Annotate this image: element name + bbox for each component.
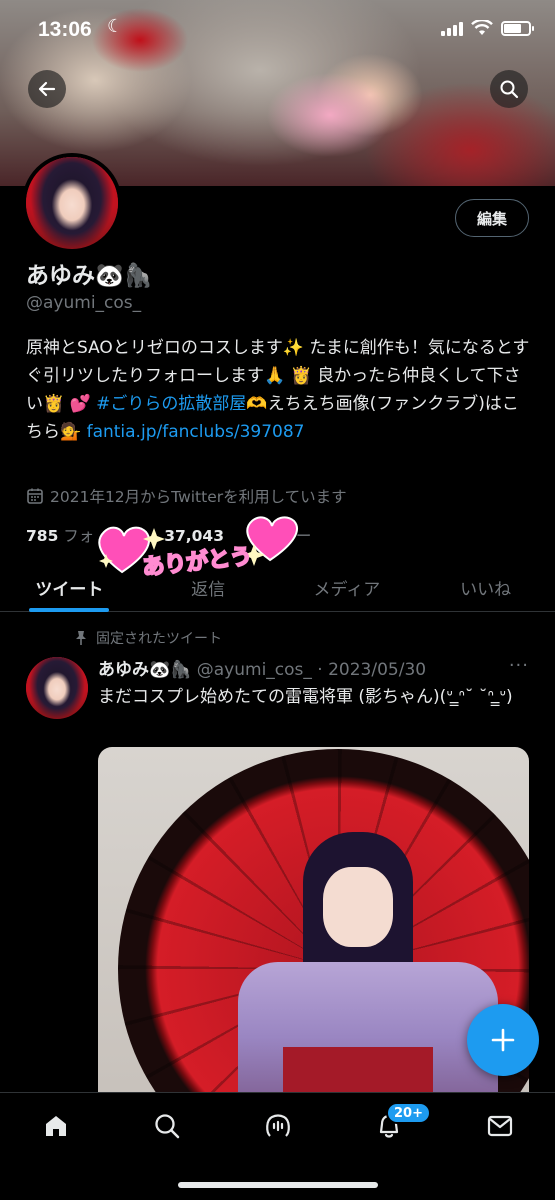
spaces-icon — [266, 1114, 290, 1137]
profile-bio: 原神とSAOとリゼロのコスします✨ たまに創作も！気になるとすぐ引リツしたりフォ… — [26, 334, 531, 446]
tweet-more-button[interactable]: ··· — [509, 655, 529, 676]
back-button[interactable] — [28, 70, 66, 108]
pinned-label: 固定されたツイート — [96, 631, 222, 647]
profile-handle: @ayumi_cos_ — [26, 293, 142, 313]
following-count[interactable]: 785 — [26, 527, 58, 545]
tweet-header: あゆみ🐼🦍 @ayumi_cos_ · 2023/05/30 — [98, 655, 426, 680]
status-time: 13:06 — [38, 18, 92, 41]
profile-name: あゆみ🐼🦍 — [26, 263, 153, 289]
arrow-left-icon — [38, 81, 56, 97]
battery-icon — [501, 20, 534, 36]
home-indicator[interactable] — [178, 1182, 378, 1188]
followers-label: ー — [295, 527, 312, 545]
tab-media[interactable]: メディア — [278, 564, 417, 611]
tweet-text: まだコスプレ始めたての雷電将軍 (影ちゃん)(ᐡ ̳ᐢ˘ ˘ᐢ ̳ᐡ) — [98, 687, 513, 707]
followers-count[interactable]: 37,043 — [164, 527, 224, 545]
person-face — [323, 867, 393, 947]
follow-stats[interactable]: 785 フォ 37,043 ー — [26, 524, 311, 546]
tab-replies[interactable]: 返信 — [139, 564, 278, 611]
following-label: フォ — [63, 527, 95, 545]
nav-search[interactable] — [152, 1111, 182, 1141]
tweet-author-name[interactable]: あゆみ🐼🦍 — [98, 660, 191, 680]
tweet-author-handle[interactable]: @ayumi_cos_ — [197, 660, 312, 680]
nav-messages[interactable] — [485, 1111, 515, 1141]
profile-avatar[interactable] — [22, 153, 122, 253]
notifications-badge: 20+ — [386, 1102, 431, 1124]
pin-icon — [76, 631, 86, 645]
moon-icon: ☾ — [107, 16, 124, 37]
home-icon — [46, 1116, 66, 1136]
pinned-indicator: 固定されたツイート — [74, 628, 222, 648]
status-bar: 13:06 ☾ — [0, 0, 555, 62]
search-button[interactable] — [490, 70, 528, 108]
avatar-image — [26, 157, 118, 249]
search-icon — [155, 1114, 180, 1139]
messages-icon — [487, 1115, 513, 1137]
tweet-date[interactable]: · 2023/05/30 — [317, 660, 426, 680]
cellular-signal-icon — [441, 20, 463, 36]
calendar-icon — [27, 488, 43, 504]
tab-likes[interactable]: いいね — [416, 564, 555, 611]
tab-tweets[interactable]: ツイート — [0, 564, 139, 612]
nav-home[interactable] — [41, 1111, 71, 1141]
tweet-avatar-image — [26, 657, 88, 719]
bio-hashtag-link[interactable]: #ごりらの拡散部屋 — [96, 394, 246, 414]
status-icons — [441, 20, 534, 36]
tweet-author-avatar[interactable] — [26, 657, 88, 719]
wifi-icon — [471, 20, 493, 35]
plus-icon — [491, 1028, 515, 1052]
tweet-media-image[interactable] — [98, 747, 529, 1107]
search-icon — [500, 80, 519, 99]
joined-text: 2021年12月からTwitterを利用しています — [50, 488, 347, 506]
bio-url-link[interactable]: fantia.jp/fanclubs/397087 — [87, 422, 305, 442]
nav-spaces[interactable] — [263, 1111, 293, 1141]
profile-tabs: ツイート 返信 メディア いいね — [0, 564, 555, 612]
joined-date: 2021年12月からTwitterを利用しています — [26, 485, 347, 507]
edit-profile-button[interactable]: 編集 — [455, 199, 529, 237]
compose-tweet-button[interactable] — [467, 1004, 539, 1076]
